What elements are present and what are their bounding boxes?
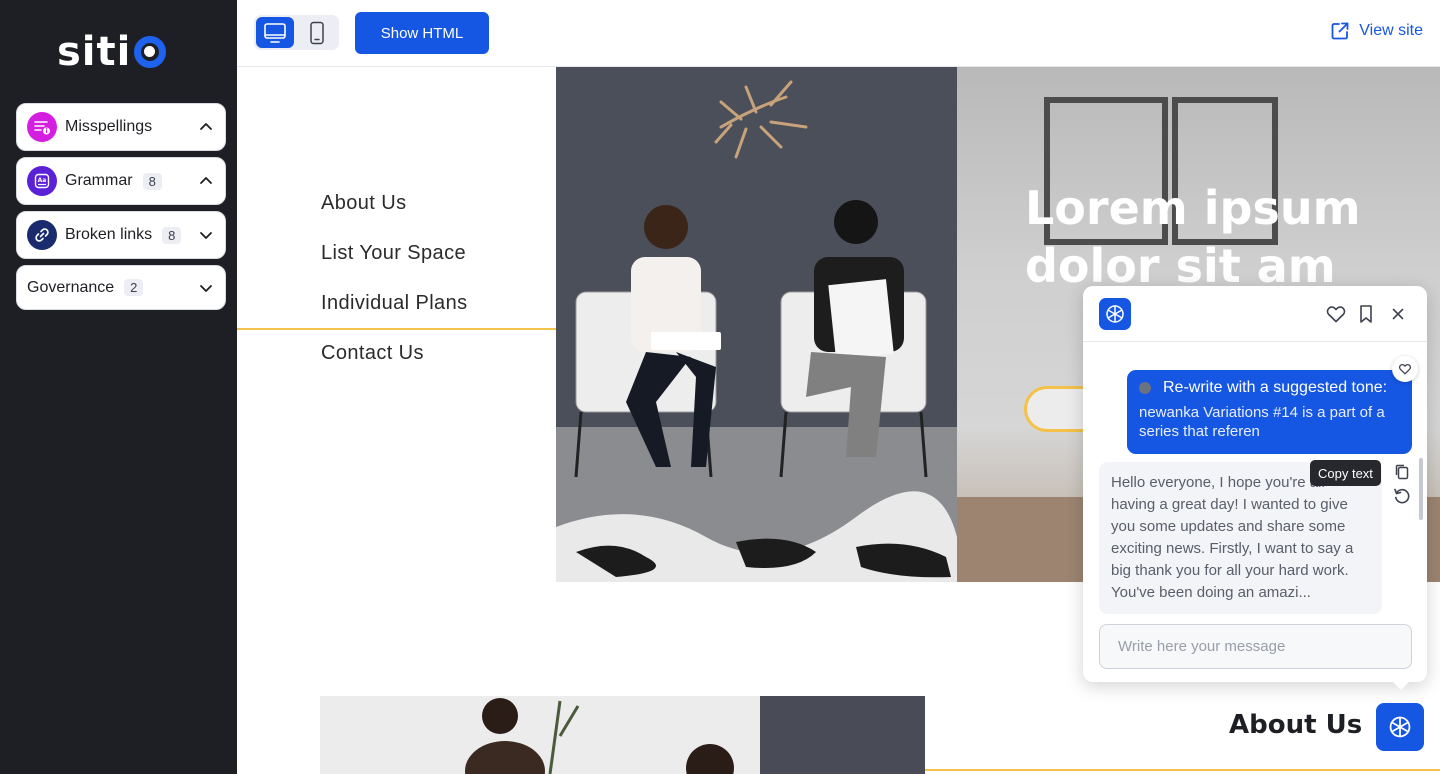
user-message: Re-write with a suggested tone: newanka … (1127, 370, 1412, 454)
sidebar-item-label: Broken links (65, 226, 153, 243)
count-badge: 2 (124, 279, 144, 296)
view-site-label: View site (1359, 22, 1423, 39)
nav-link-about-us[interactable]: About Us (321, 192, 406, 215)
user-message-body: newanka Variations #14 is a part of a se… (1139, 404, 1385, 440)
link-icon (27, 220, 57, 250)
device-toggle (254, 15, 339, 50)
about-section-title: About Us (1229, 710, 1363, 740)
svg-text:Aa: Aa (38, 177, 47, 184)
misspellings-icon: i (27, 112, 57, 142)
chevron-up-icon[interactable] (197, 118, 215, 136)
heart-icon[interactable] (1325, 303, 1347, 325)
sidebar-item-misspellings[interactable]: i Misspellings (16, 103, 226, 151)
close-icon[interactable] (1387, 303, 1409, 325)
chat-launcher-button[interactable] (1376, 703, 1424, 751)
chevron-down-icon[interactable] (197, 226, 215, 244)
count-badge: 8 (162, 226, 182, 244)
logo-o-mark (134, 36, 167, 68)
regenerate-icon[interactable] (1392, 486, 1412, 506)
chat-scrollbar[interactable] (1419, 458, 1423, 520)
chatgpt-icon (1099, 298, 1131, 330)
site-nav: About Us List Your Space Individual Plan… (237, 67, 556, 582)
nav-link-list-your-space[interactable]: List Your Space (321, 242, 466, 265)
like-message-button[interactable] (1392, 356, 1418, 382)
sidebar-item-label: Governance (27, 278, 115, 296)
chat-header (1083, 286, 1427, 342)
copy-icon[interactable] (1392, 462, 1412, 482)
prompt-icon (1139, 382, 1151, 394)
show-html-button[interactable]: Show HTML (355, 12, 489, 54)
sidebar-item-label: Grammar (65, 172, 133, 189)
mobile-icon (310, 21, 324, 44)
chatgpt-icon (1389, 716, 1411, 738)
copy-tooltip: Copy text (1310, 460, 1381, 486)
top-toolbar: Show HTML View site (237, 0, 1440, 67)
nav-link-individual-plans[interactable]: Individual Plans (321, 292, 468, 315)
sidebar-item-grammar[interactable]: Aa Grammar 8 (16, 157, 226, 205)
chat-panel-pointer (1393, 682, 1409, 690)
count-badge: 8 (142, 172, 162, 190)
sitio-logo[interactable]: siti (57, 29, 167, 75)
desktop-icon (264, 22, 286, 43)
chevron-up-icon[interactable] (197, 172, 215, 190)
ai-chat-panel: Re-write with a suggested tone: newanka … (1083, 286, 1427, 690)
sidebar-item-governance[interactable]: Governance 2 (16, 265, 226, 310)
user-message-title: Re-write with a suggested tone: (1163, 379, 1388, 396)
hero-title: Lorem ipsum dolor sit am (1025, 181, 1361, 293)
about-section-image (320, 696, 925, 774)
sidebar-item-label: Misspellings (65, 118, 153, 135)
bookmark-icon[interactable] (1355, 303, 1377, 325)
sidebar-item-broken-links[interactable]: Broken links 8 (16, 211, 226, 259)
about-section-underline (925, 769, 1440, 771)
mobile-view-button[interactable] (298, 17, 336, 48)
svg-text:i: i (45, 128, 47, 135)
sidebar: siti i Misspellings Aa Grammar 8 Broken … (0, 0, 237, 774)
chevron-down-icon[interactable] (197, 279, 215, 297)
desktop-view-button[interactable] (256, 17, 294, 48)
hero-image (556, 67, 957, 582)
logo-text: siti (57, 29, 132, 75)
nav-link-contact-us[interactable]: Contact Us (321, 342, 424, 365)
view-site-link[interactable]: View site (1330, 21, 1423, 41)
heart-icon (1398, 363, 1412, 375)
external-link-icon (1331, 22, 1349, 40)
grammar-icon: Aa (27, 166, 57, 196)
nav-active-underline (237, 328, 556, 330)
chat-message-input[interactable] (1099, 624, 1412, 669)
